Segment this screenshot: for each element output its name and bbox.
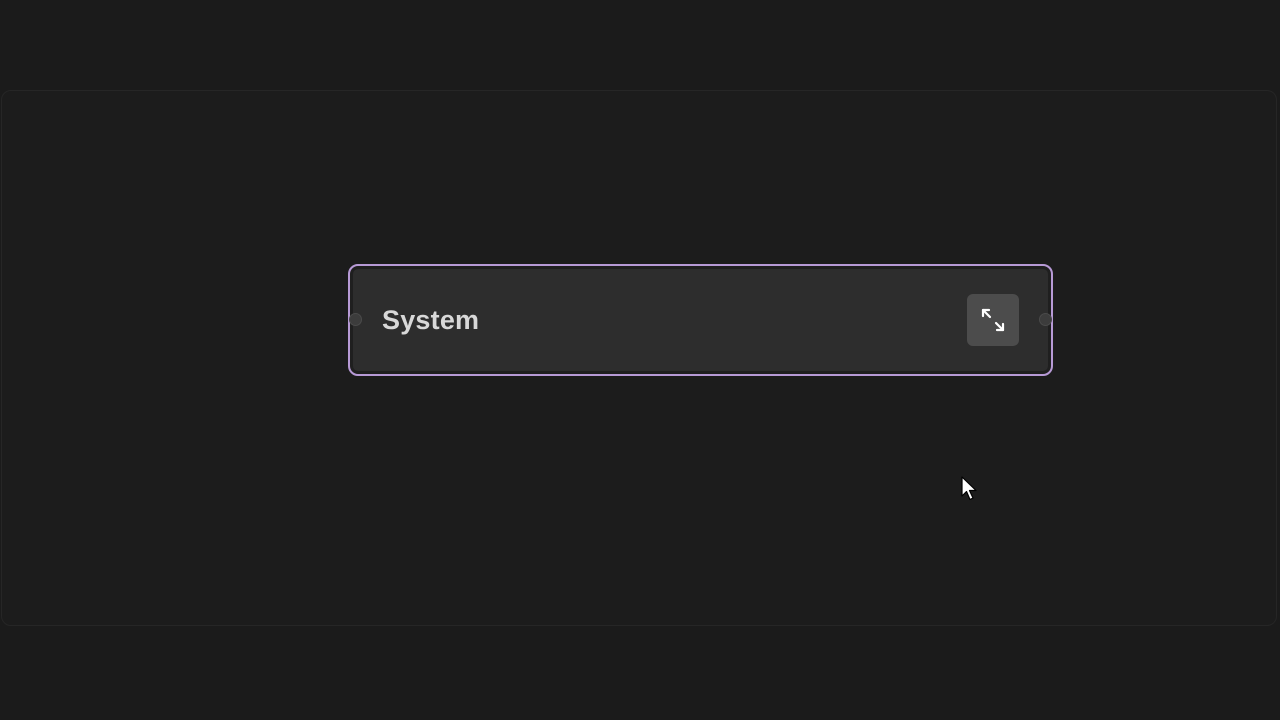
system-node[interactable]: System: [348, 264, 1053, 376]
expand-button[interactable]: [967, 294, 1019, 346]
node-label: System: [382, 305, 480, 335]
expand-arrows-icon: [979, 306, 1007, 334]
node-output-handle[interactable]: [1039, 313, 1052, 326]
node-input-handle[interactable]: [349, 313, 362, 326]
